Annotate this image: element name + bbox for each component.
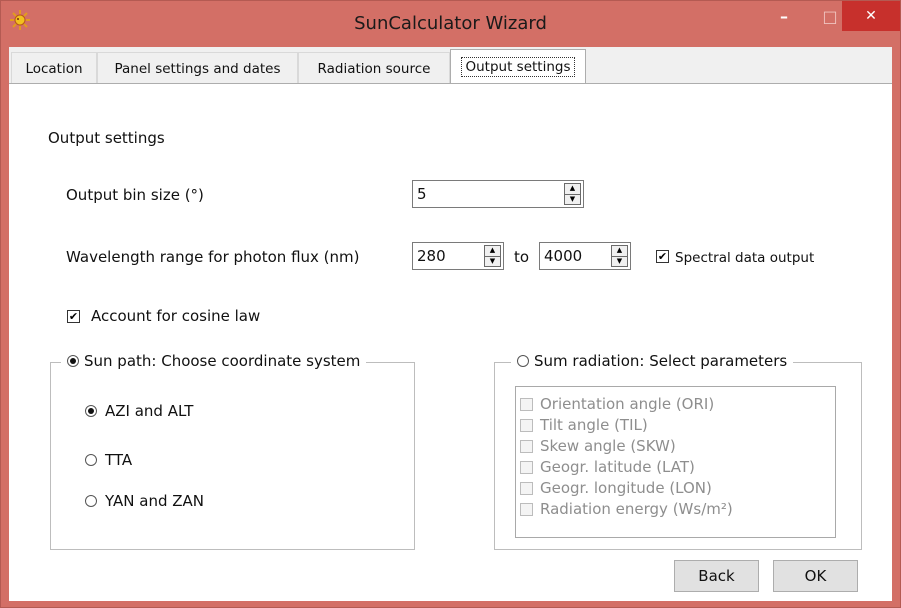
maximize-icon: □: [822, 6, 838, 26]
tab-label: Panel settings and dates: [114, 60, 281, 77]
param-checkbox[interactable]: [520, 461, 533, 474]
bin-size-label: Output bin size (°): [66, 186, 204, 204]
tab-label: Radiation source: [317, 60, 431, 77]
param-checkbox[interactable]: [520, 482, 533, 495]
list-item-label: Geogr. latitude (LAT): [540, 458, 695, 476]
cosine-law-label: Account for cosine law: [91, 307, 261, 325]
wavelength-to-spinner[interactable]: 4000 ▲ ▼: [539, 242, 631, 270]
spin-down-icon[interactable]: ▼: [564, 194, 581, 205]
tab-label: Output settings: [461, 57, 575, 77]
param-checkbox[interactable]: [520, 440, 533, 453]
list-item-label: Radiation energy (Ws/m²): [540, 500, 733, 518]
radio-yan-zan-label: YAN and ZAN: [105, 492, 204, 510]
wavelength-to-label: to: [514, 248, 530, 266]
sum-radiation-list[interactable]: Orientation angle (ORI) Tilt angle (TIL)…: [515, 386, 836, 538]
spin-up-icon[interactable]: ▲: [611, 245, 628, 257]
tab-strip: Location Panel settings and dates Radiat…: [9, 47, 892, 84]
param-checkbox[interactable]: [520, 419, 533, 432]
sun-path-legend-text: Sun path: Choose coordinate system: [84, 352, 361, 370]
wizard-content: Location Panel settings and dates Radiat…: [9, 47, 892, 601]
list-item-label: Geogr. longitude (LON): [540, 479, 712, 497]
tab-panel-settings[interactable]: Panel settings and dates: [97, 52, 298, 84]
param-checkbox[interactable]: [520, 503, 533, 516]
wavelength-from-spinner[interactable]: 280 ▲ ▼: [412, 242, 504, 270]
spectral-output-label: Spectral data output: [675, 250, 815, 266]
title-bar: SunCalculator Wizard – □ ✕: [1, 1, 900, 47]
wavelength-from-value[interactable]: 280: [417, 247, 446, 265]
wavelength-label: Wavelength range for photon flux (nm): [66, 248, 360, 266]
sun-path-legend[interactable]: Sun path: Choose coordinate system: [61, 352, 367, 370]
tab-location[interactable]: Location: [11, 52, 97, 84]
tab-radiation-source[interactable]: Radiation source: [298, 52, 450, 84]
spin-up-icon[interactable]: ▲: [484, 245, 501, 257]
wizard-window: SunCalculator Wizard – □ ✕ Location Pane…: [0, 0, 901, 608]
sum-radiation-legend[interactable]: Sum radiation: Select parameters: [511, 352, 794, 370]
spin-down-icon[interactable]: ▼: [484, 256, 501, 267]
back-button[interactable]: Back: [674, 560, 759, 592]
radio-yan-zan[interactable]: [85, 495, 97, 507]
sum-radiation-radio[interactable]: [517, 355, 529, 367]
output-settings-panel: Output settings Output bin size (°) 5 ▲ …: [9, 83, 892, 601]
sun-path-radio[interactable]: [67, 355, 79, 367]
bin-size-spinner[interactable]: 5 ▲ ▼: [412, 180, 584, 208]
cosine-law-checkbox[interactable]: ✔: [67, 310, 80, 323]
radio-azi-alt[interactable]: [85, 405, 97, 417]
wavelength-to-value[interactable]: 4000: [544, 247, 582, 265]
bin-size-value[interactable]: 5: [417, 185, 427, 203]
close-button[interactable]: ✕: [842, 1, 900, 31]
radio-tta-label: TTA: [105, 451, 133, 469]
param-checkbox[interactable]: [520, 398, 533, 411]
radio-azi-alt-label: AZI and ALT: [105, 402, 194, 420]
spin-up-icon[interactable]: ▲: [564, 183, 581, 195]
section-heading: Output settings: [48, 129, 165, 147]
spectral-output-checkbox[interactable]: ✔: [656, 250, 669, 263]
list-item-label: Tilt angle (TIL): [540, 416, 648, 434]
list-item-label: Skew angle (SKW): [540, 437, 676, 455]
tab-output-settings[interactable]: Output settings: [450, 49, 586, 84]
spin-down-icon[interactable]: ▼: [611, 256, 628, 267]
tab-label: Location: [25, 60, 83, 77]
list-item-label: Orientation angle (ORI): [540, 395, 715, 413]
close-icon: ✕: [865, 8, 877, 24]
minimize-button[interactable]: –: [761, 1, 807, 31]
ok-button[interactable]: OK: [773, 560, 858, 592]
minimize-icon: –: [780, 6, 788, 26]
sum-radiation-legend-text: Sum radiation: Select parameters: [534, 352, 788, 370]
radio-tta[interactable]: [85, 454, 97, 466]
